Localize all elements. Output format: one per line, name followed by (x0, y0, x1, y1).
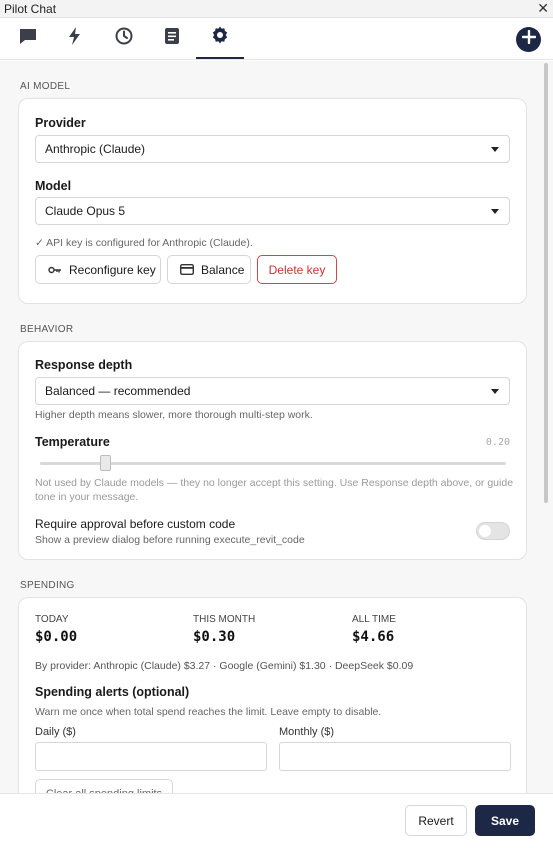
section-label-spending: SPENDING (20, 580, 75, 591)
behavior-card: Response depth Balanced — recommended Hi… (18, 341, 527, 560)
tab-actions[interactable] (51, 18, 99, 59)
ai-model-card: Provider Anthropic (Claude) Model Claude… (18, 98, 527, 304)
response-depth-select[interactable]: Balanced — recommended (35, 377, 510, 405)
section-label-behavior: BEHAVIOR (20, 324, 74, 335)
spending-card: TODAY $0.00 THIS MONTH $0.30 ALL TIME $4… (18, 597, 527, 793)
clock-icon (114, 26, 134, 51)
response-depth-hint: Higher depth means slower, more thorough… (35, 409, 313, 421)
balance-label: Balance (201, 262, 245, 277)
today-label: TODAY (35, 614, 69, 625)
reconfigure-key-button[interactable]: Reconfigure key (35, 255, 161, 284)
model-label: Model (35, 179, 72, 193)
api-key-status: ✓ API key is configured for Anthropic (C… (35, 237, 253, 249)
card-icon (180, 264, 194, 275)
monthly-limit-label: Monthly ($) (279, 726, 335, 738)
daily-limit-label: Daily ($) (35, 726, 76, 738)
model-select[interactable]: Claude Opus 5 (35, 197, 510, 225)
approval-hint: Show a preview dialog before running exe… (35, 534, 305, 546)
provider-label: Provider (35, 116, 86, 130)
window-title: Pilot Chat (4, 2, 57, 16)
daily-limit-input[interactable] (35, 742, 267, 771)
today-value: $0.00 (35, 629, 78, 645)
delete-key-button[interactable]: Delete key (257, 255, 337, 284)
this-month-value: $0.30 (193, 629, 236, 645)
temperature-label: Temperature (35, 435, 110, 449)
gear-icon (210, 25, 230, 50)
tab-settings[interactable] (196, 18, 244, 59)
provider-value: Anthropic (Claude) (45, 142, 146, 156)
window-titlebar: Pilot Chat ✕ (0, 0, 553, 18)
temperature-value: 0.20 (485, 437, 510, 448)
save-button[interactable]: Save (475, 805, 535, 836)
chevron-down-icon (491, 209, 499, 214)
chevron-down-icon (491, 389, 499, 394)
all-time-value: $4.66 (352, 629, 395, 645)
tab-bar (0, 18, 553, 60)
approval-toggle[interactable] (476, 522, 510, 540)
key-icon (48, 265, 62, 275)
new-chat-button[interactable] (516, 27, 541, 52)
toggle-knob (479, 525, 491, 537)
tab-history[interactable] (100, 18, 148, 59)
tab-notes[interactable] (148, 18, 196, 59)
plus-icon (521, 29, 536, 49)
temperature-slider[interactable] (40, 455, 506, 471)
temperature-note: Not used by Claude models — they no long… (35, 477, 514, 503)
spending-alerts-label: Spending alerts (optional) (35, 685, 190, 699)
tab-chat[interactable] (4, 18, 52, 59)
chat-icon (18, 26, 38, 51)
all-time-label: ALL TIME (352, 614, 396, 625)
revert-button[interactable]: Revert (405, 805, 467, 836)
close-icon[interactable]: ✕ (537, 0, 549, 16)
section-label-ai-model: AI MODEL (20, 81, 71, 92)
this-month-label: THIS MONTH (193, 614, 256, 625)
balance-button[interactable]: Balance (167, 255, 251, 284)
chevron-down-icon (491, 147, 499, 152)
monthly-limit-input[interactable] (279, 742, 511, 771)
lightning-icon (65, 26, 85, 51)
reconfigure-key-label: Reconfigure key (69, 262, 156, 277)
scrollbar[interactable] (544, 63, 548, 503)
approval-label: Require approval before custom code (35, 517, 236, 531)
by-provider-breakdown: By provider: Anthropic (Claude) $3.27 · … (35, 660, 414, 672)
footer-bar: Revert Save (0, 793, 553, 848)
clear-spending-limits-button[interactable]: Clear all spending limits (35, 779, 173, 793)
response-depth-value: Balanced — recommended (45, 384, 191, 398)
spending-alerts-hint: Warn me once when total spend reaches th… (35, 706, 382, 718)
slider-thumb[interactable] (100, 455, 112, 471)
model-value: Claude Opus 5 (45, 204, 126, 218)
settings-panel: AI MODEL Provider Anthropic (Claude) Mod… (0, 61, 553, 793)
response-depth-label: Response depth (35, 358, 133, 372)
provider-select[interactable]: Anthropic (Claude) (35, 135, 510, 163)
document-icon (162, 26, 182, 51)
